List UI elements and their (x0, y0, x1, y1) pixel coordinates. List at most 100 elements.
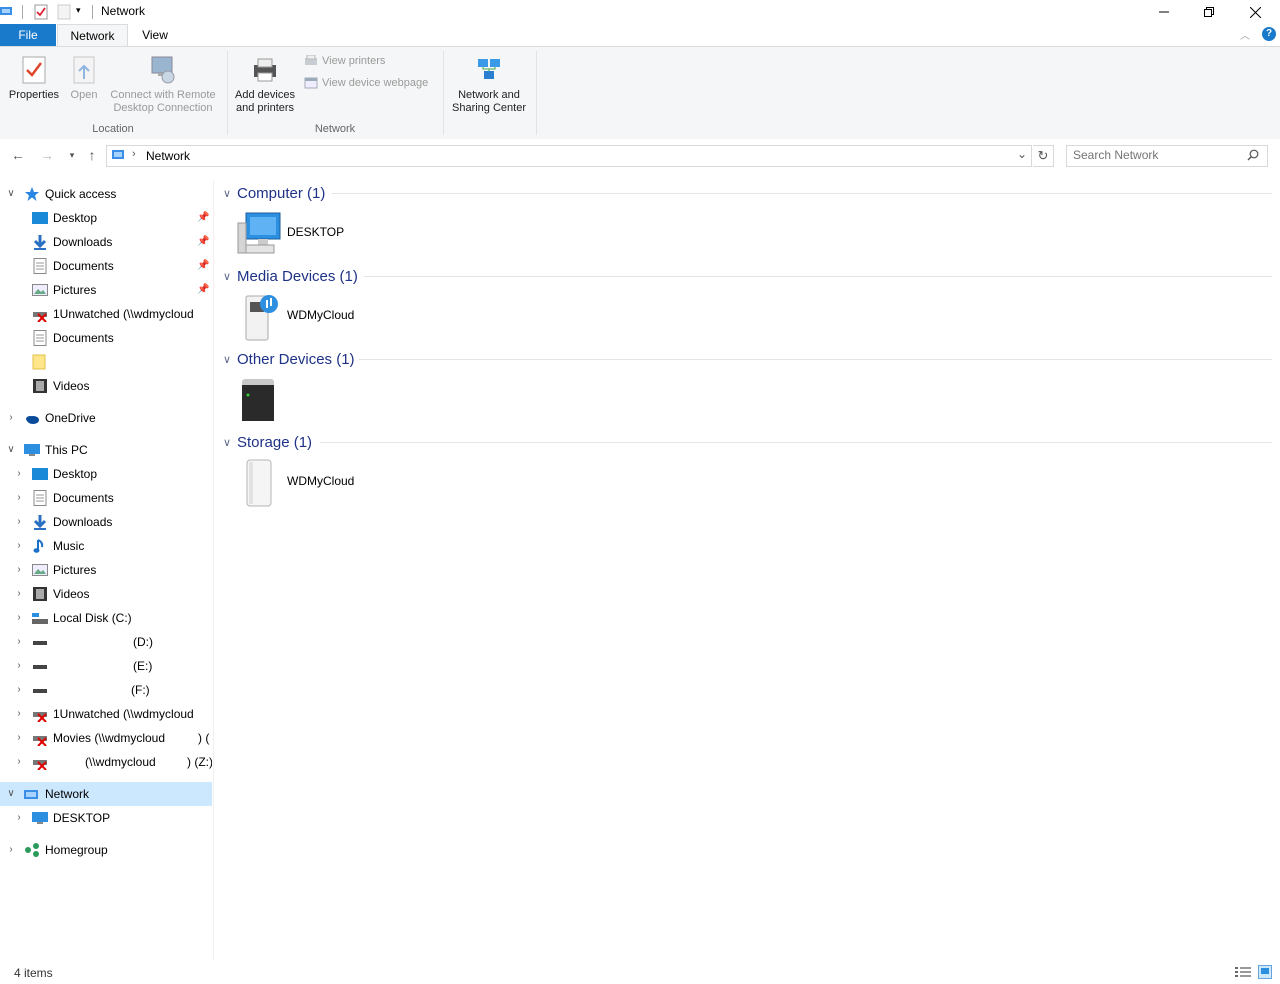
chevron-right-icon[interactable]: › (14, 678, 24, 702)
open-icon (73, 56, 95, 84)
nav-qa-folder[interactable] (0, 350, 212, 374)
nav-qa-documents-2[interactable]: Documents (0, 326, 212, 350)
videos-folder-icon (32, 378, 48, 394)
group-header-media-devices[interactable]: ∨ Media Devices (1) (220, 266, 358, 286)
view-printers-button[interactable]: View printers (304, 55, 385, 67)
pin-icon[interactable]: 📌 (197, 254, 209, 278)
webpage-icon (304, 77, 318, 89)
add-devices-button[interactable]: Add devices and printers (230, 55, 300, 115)
tab-view[interactable]: View (130, 24, 180, 47)
chevron-right-icon[interactable]: › (14, 582, 24, 606)
properties-quick-icon[interactable] (34, 4, 48, 23)
chevron-right-icon[interactable]: › (14, 606, 24, 630)
nav-pc-downloads[interactable]: › Downloads (0, 510, 212, 534)
nav-pc-videos[interactable]: › Videos (0, 582, 212, 606)
recent-locations-button[interactable]: ▾ (64, 147, 80, 163)
network-sharing-center-button[interactable]: Network and Sharing Center (446, 55, 532, 115)
chevron-right-icon[interactable]: › (14, 726, 24, 750)
search-icon[interactable] (1247, 149, 1259, 164)
up-button[interactable]: ↑ (84, 147, 100, 163)
nav-qa-desktop[interactable]: Desktop 📌 (0, 206, 212, 230)
search-box[interactable] (1066, 145, 1268, 167)
nav-this-pc[interactable]: ∨ This PC (0, 438, 212, 462)
back-button[interactable]: ← (10, 147, 26, 163)
nav-pc-desktop[interactable]: › Desktop (0, 462, 212, 486)
chevron-down-icon: ∨ (222, 187, 232, 200)
device-other[interactable] (236, 373, 536, 427)
customize-toolbar-icon[interactable]: ▾ (76, 5, 81, 16)
nav-qa-videos[interactable]: Videos (0, 374, 212, 398)
chevron-right-icon[interactable]: › (14, 750, 24, 774)
nav-pc-drive-e[interactable]: › (E:) (0, 654, 212, 678)
breadcrumb-network[interactable]: Network (146, 149, 190, 163)
search-input[interactable] (1073, 146, 1243, 164)
minimize-icon (1159, 11, 1169, 13)
up-arrow-icon: ↑ (88, 147, 96, 163)
chevron-right-icon[interactable]: › (14, 486, 24, 510)
view-device-webpage-button[interactable]: View device webpage (304, 77, 428, 89)
group-header-other-devices[interactable]: ∨ Other Devices (1) (220, 349, 355, 369)
device-wdmycloud-storage[interactable]: WDMyCloud (236, 456, 536, 510)
ribbon: Properties Open Connect with Remote Desk… (0, 46, 1280, 140)
nav-pc-local-disk-c[interactable]: › Local Disk (C:) (0, 606, 212, 630)
nav-pc-1unwatched[interactable]: › 1Unwatched (\\wdmycloud (0, 702, 212, 726)
refresh-button[interactable]: ↻ (1033, 145, 1054, 167)
nav-qa-downloads[interactable]: Downloads 📌 (0, 230, 212, 254)
nav-pc-pictures[interactable]: › Pictures (0, 558, 212, 582)
nav-onedrive[interactable]: › OneDrive (0, 406, 212, 430)
computer-icon (24, 442, 40, 458)
pin-icon[interactable]: 📌 (197, 206, 209, 230)
close-button[interactable] (1232, 0, 1278, 24)
nav-pc-movies[interactable]: › Movies (\\wdmycloud ) ( (0, 726, 212, 750)
group-header-computer[interactable]: ∨ Computer (1) (220, 183, 325, 203)
remote-desktop-button[interactable]: Connect with Remote Desktop Connection (104, 55, 222, 115)
restore-button[interactable] (1186, 0, 1232, 24)
device-desktop[interactable]: DESKTOP (236, 207, 536, 261)
chevron-right-icon[interactable]: › (14, 462, 24, 486)
nav-pc-music[interactable]: › Music (0, 534, 212, 558)
collapse-ribbon-icon[interactable]: ︿ (1240, 27, 1250, 42)
chevron-right-icon[interactable]: › (14, 630, 24, 654)
nav-qa-pictures[interactable]: Pictures 📌 (0, 278, 212, 302)
chevron-down-icon[interactable]: ∨ (6, 182, 16, 206)
help-icon[interactable]: ? (1262, 27, 1276, 41)
pin-icon[interactable]: 📌 (197, 278, 209, 302)
pane-divider[interactable] (213, 180, 214, 960)
address-dropdown-icon[interactable]: ⌄ (1017, 147, 1027, 161)
forward-button[interactable]: → (39, 147, 55, 163)
chevron-down-icon[interactable]: ∨ (6, 438, 16, 462)
open-button[interactable]: Open (64, 55, 104, 102)
chevron-right-icon[interactable]: › (14, 654, 24, 678)
chevron-right-icon[interactable]: › (14, 558, 24, 582)
chevron-right-icon[interactable]: › (6, 838, 16, 862)
nav-homegroup[interactable]: › Homegroup (0, 838, 212, 862)
tab-network[interactable]: Network (57, 24, 128, 48)
chevron-right-icon[interactable]: › (6, 406, 16, 430)
nav-pc-drive-f[interactable]: › (F:) (0, 678, 212, 702)
nav-qa-documents[interactable]: Documents 📌 (0, 254, 212, 278)
nav-pc-documents[interactable]: › Documents (0, 486, 212, 510)
large-icons-view-icon[interactable] (1258, 965, 1272, 982)
nav-qa-1unwatched[interactable]: 1Unwatched (\\wdmycloud (0, 302, 212, 326)
nav-network-desktop[interactable]: › DESKTOP (0, 806, 212, 830)
chevron-right-icon[interactable]: › (14, 510, 24, 534)
chevron-down-icon: ∨ (222, 436, 232, 449)
details-view-icon[interactable] (1235, 966, 1251, 981)
address-bar[interactable]: › Network ⌄ (106, 145, 1032, 167)
chevron-right-icon[interactable]: › (14, 534, 24, 558)
nav-pc-drive-z[interactable]: › (\\wdmycloud ) (Z:) (0, 750, 212, 774)
device-wdmycloud-media[interactable]: WDMyCloud (236, 290, 536, 344)
nav-network[interactable]: ∨ Network (0, 782, 212, 806)
minimize-button[interactable] (1141, 0, 1187, 24)
nav-pc-drive-d[interactable]: › (D:) (0, 630, 212, 654)
tab-file[interactable]: File (0, 24, 56, 47)
chevron-down-icon[interactable]: ∨ (6, 782, 16, 806)
properties-button[interactable]: Properties (4, 55, 64, 102)
nav-quick-access[interactable]: ∨ Quick access (0, 182, 212, 206)
group-header-storage[interactable]: ∨ Storage (1) (220, 432, 312, 452)
chevron-right-icon[interactable]: › (14, 702, 24, 726)
pin-icon[interactable]: 📌 (197, 230, 209, 254)
new-folder-quick-icon[interactable] (57, 4, 71, 23)
chevron-right-icon[interactable]: › (14, 806, 24, 830)
server-tower-icon (240, 377, 276, 426)
